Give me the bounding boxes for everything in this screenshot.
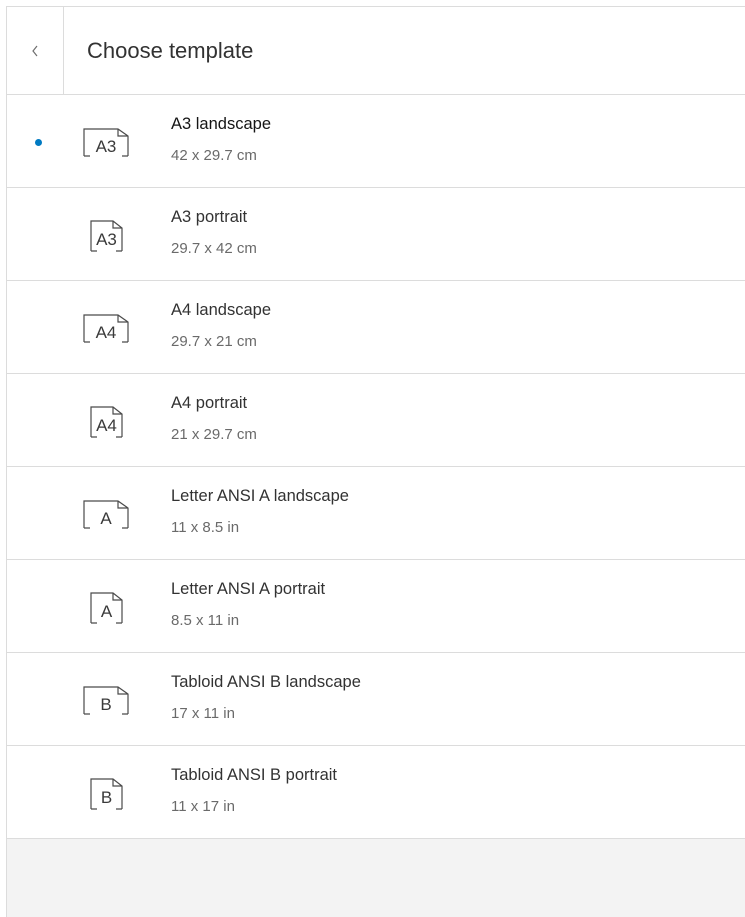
template-name: Tabloid ANSI B portrait: [171, 766, 337, 784]
template-text: Tabloid ANSI B portrait 11 x 17 in: [171, 764, 337, 816]
template-item[interactable]: A4 A4 portrait 21 x 29.7 cm: [7, 374, 745, 467]
page-title: Choose template: [87, 37, 254, 63]
template-text: A3 portrait 29.7 x 42 cm: [171, 206, 257, 258]
template-text: A4 landscape 29.7 x 21 cm: [171, 299, 271, 351]
template-dimensions: 29.7 x 21 cm: [171, 333, 257, 350]
svg-text:A: A: [101, 602, 113, 621]
template-dimensions: 29.7 x 42 cm: [171, 240, 257, 257]
template-dimensions: 11 x 17 in: [171, 798, 235, 815]
landscape-page-icon: A3: [81, 125, 131, 159]
template-dimensions: 17 x 11 in: [171, 705, 235, 722]
svg-text:A3: A3: [96, 137, 117, 156]
svg-text:A3: A3: [96, 230, 117, 249]
template-dimensions: 42 x 29.7 cm: [171, 147, 257, 164]
template-text: Tabloid ANSI B landscape 17 x 11 in: [171, 671, 361, 723]
template-item[interactable]: A3 A3 portrait 29.7 x 42 cm: [7, 188, 745, 281]
template-item[interactable]: A4 A4 landscape 29.7 x 21 cm: [7, 281, 745, 374]
template-dimensions: 8.5 x 11 in: [171, 612, 240, 629]
portrait-page-icon: A3: [81, 218, 131, 252]
panel-header: Choose template: [7, 7, 745, 95]
template-item[interactable]: A3 A3 landscape 42 x 29.7 cm: [7, 95, 745, 188]
landscape-page-icon: B: [81, 683, 131, 717]
landscape-page-icon: A: [81, 497, 131, 531]
template-list: A3 A3 landscape 42 x 29.7 cm A3 A3 portrait 2…: [7, 95, 745, 839]
selected-indicator: [35, 139, 42, 146]
template-name: Tabloid ANSI B landscape: [171, 673, 361, 691]
back-button[interactable]: [7, 7, 64, 94]
svg-text:B: B: [101, 788, 112, 807]
svg-text:A: A: [100, 509, 112, 528]
landscape-page-icon: A4: [81, 311, 131, 345]
template-name: Letter ANSI A portrait: [171, 580, 326, 598]
template-item[interactable]: A Letter ANSI A landscape 11 x 8.5 in: [7, 467, 745, 560]
template-dimensions: 11 x 8.5 in: [171, 519, 240, 536]
template-text: A3 landscape 42 x 29.7 cm: [171, 113, 271, 165]
portrait-page-icon: A: [81, 590, 131, 624]
chevron-left-icon: [32, 45, 38, 56]
svg-text:A4: A4: [96, 323, 117, 342]
svg-text:B: B: [100, 695, 111, 714]
template-item[interactable]: B Tabloid ANSI B portrait 11 x 17 in: [7, 746, 745, 839]
template-name: A3 landscape: [171, 115, 271, 133]
template-text: A4 portrait 21 x 29.7 cm: [171, 392, 257, 444]
template-item[interactable]: A Letter ANSI A portrait 8.5 x 11 in: [7, 560, 745, 653]
template-text: Letter ANSI A portrait 8.5 x 11 in: [171, 578, 325, 630]
template-name: A3 portrait: [171, 208, 248, 226]
choose-template-panel: Choose template A3 A3 landscape 42 x 29.7 …: [6, 6, 745, 917]
template-text: Letter ANSI A landscape 11 x 8.5 in: [171, 485, 349, 537]
template-name: A4 landscape: [171, 301, 271, 319]
portrait-page-icon: A4: [81, 404, 131, 438]
svg-text:A4: A4: [96, 416, 117, 435]
template-dimensions: 21 x 29.7 cm: [171, 426, 257, 443]
template-name: Letter ANSI A landscape: [171, 487, 349, 505]
template-item[interactable]: B Tabloid ANSI B landscape 17 x 11 in: [7, 653, 745, 746]
portrait-page-icon: B: [81, 776, 131, 810]
template-name: A4 portrait: [171, 394, 248, 412]
